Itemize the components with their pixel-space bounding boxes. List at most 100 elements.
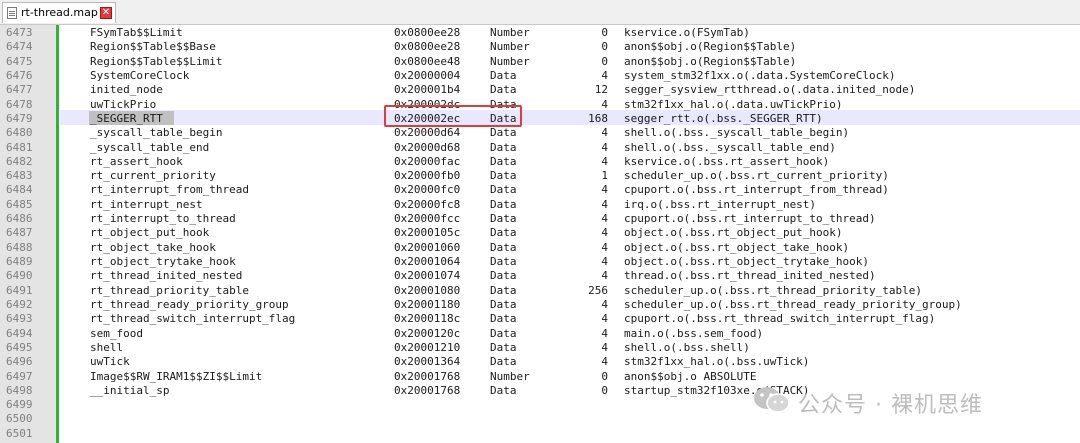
symbol-name: sem_food xyxy=(90,327,143,340)
symbol-size: 4 xyxy=(601,327,608,340)
table-row[interactable]: 6478 uwTickPrio 0x200002dc Data 4 stm32f1xx_h… xyxy=(0,98,1080,112)
line-number: 6484 xyxy=(6,183,33,196)
line-number: 6482 xyxy=(6,155,33,168)
object-section: cpuport.o(.bss.rt_thread_switch_interrup… xyxy=(624,312,936,325)
symbol-size: 0 xyxy=(601,26,608,39)
close-tab-icon[interactable]: ✕ xyxy=(100,7,112,19)
symbol-type: Number xyxy=(490,370,530,383)
line-number: 6495 xyxy=(6,341,33,354)
table-row[interactable]: 6481 _syscall_table_end 0x20000d68 Data 4 she… xyxy=(0,141,1080,155)
symbol-name: SystemCoreClock xyxy=(90,69,190,82)
line-number: 6501 xyxy=(6,427,33,440)
symbol-type: Data xyxy=(490,312,517,325)
table-row[interactable]: 6490 rt_thread_inited_nested 0x20001074 Dat… xyxy=(0,269,1080,283)
symbol-name: __initial_sp xyxy=(90,384,170,397)
symbol-size: 168 xyxy=(588,112,608,125)
line-number: 6481 xyxy=(6,141,33,154)
symbol-size: 4 xyxy=(601,98,608,111)
symbol-address: 0x20001210 xyxy=(394,341,461,354)
table-row[interactable]: 6491 rt_thread_priority_table 0x20001080 Da… xyxy=(0,284,1080,298)
symbol-type: Data xyxy=(490,355,517,368)
symbol-address: 0x20001074 xyxy=(394,269,461,282)
symbol-name: rt_thread_inited_nested xyxy=(90,269,243,282)
table-row[interactable]: 6486 rt_interrupt_to_thread 0x20000fcc Data… xyxy=(0,212,1080,226)
tab-bar: rt-thread.map ✕ xyxy=(0,0,1080,25)
symbol-size: 4 xyxy=(601,183,608,196)
table-row[interactable]: 6496 uwTick 0x20001364 Data 4 stm32f1xx_hal.o… xyxy=(0,355,1080,369)
tab-rt-thread-map[interactable]: rt-thread.map ✕ xyxy=(2,2,116,23)
symbol-name: _syscall_table_begin xyxy=(90,126,223,139)
symbol-type: Data xyxy=(490,212,517,225)
annotation-red-box xyxy=(384,105,522,127)
symbol-name: rt_thread_priority_table xyxy=(90,284,249,297)
table-row[interactable]: 6494 sem_food 0x2000120c Data 4 main.o(.bss.s… xyxy=(0,327,1080,341)
symbol-address: 0x20000fc0 xyxy=(394,183,461,196)
symbol-type: Data xyxy=(490,255,517,268)
table-row[interactable]: 6484 rt_interrupt_from_thread 0x20000fc0 Da… xyxy=(0,183,1080,197)
symbol-address: 0x0800ee28 xyxy=(394,40,461,53)
symbol-name: Image$$RW_IRAM1$$ZI$$Limit xyxy=(90,370,263,383)
table-row[interactable]: 6475 Region$$Table$$Limit 0x0800ee48 Number… xyxy=(0,55,1080,69)
symbol-address: 0x20000fcc xyxy=(394,212,461,225)
symbol-name: rt_current_priority xyxy=(90,169,216,182)
symbol-name: rt_thread_switch_interrupt_flag xyxy=(90,312,296,325)
line-number: 6490 xyxy=(6,269,33,282)
table-row[interactable]: 6474 Region$$Table$$Base 0x0800ee28 Number 0… xyxy=(0,40,1080,54)
table-row[interactable]: 6488 rt_object_take_hook 0x20001060 Data 4 ob… xyxy=(0,241,1080,255)
line-number: 6483 xyxy=(6,169,33,182)
table-row[interactable]: 6482 rt_assert_hook 0x20000fac Data 4 kservic… xyxy=(0,155,1080,169)
table-row[interactable]: 6492 rt_thread_ready_priority_group 0x2000… xyxy=(0,298,1080,312)
table-row[interactable]: 6501 xyxy=(0,427,1080,441)
table-row[interactable]: 6497 Image$$RW_IRAM1$$ZI$$Limit 0x20001768… xyxy=(0,370,1080,384)
symbol-name: rt_interrupt_to_thread xyxy=(90,212,236,225)
object-section: thread.o(.bss.rt_thread_inited_nested) xyxy=(624,269,876,282)
line-number: 6492 xyxy=(6,298,33,311)
object-section: scheduler_up.o(.bss.rt_current_priority) xyxy=(624,169,889,182)
object-section: shell.o(.bss._syscall_table_end) xyxy=(624,141,836,154)
symbol-address: 0x2000105c xyxy=(394,226,461,239)
line-number: 6473 xyxy=(6,26,33,39)
line-number: 6491 xyxy=(6,284,33,297)
symbol-address: 0x20000004 xyxy=(394,69,461,82)
symbol-size: 4 xyxy=(601,255,608,268)
symbol-address: 0x200001b4 xyxy=(394,83,461,96)
symbol-address: 0x20001080 xyxy=(394,284,461,297)
line-number: 6479 xyxy=(6,112,33,125)
symbol-type: Data xyxy=(490,241,517,254)
symbol-type: Data xyxy=(490,141,517,154)
object-section: kservice.o(.bss.rt_assert_hook) xyxy=(624,155,830,168)
symbol-name: rt_thread_ready_priority_group xyxy=(90,298,289,311)
table-row[interactable]: 6476 SystemCoreClock 0x20000004 Data 4 system… xyxy=(0,69,1080,83)
symbol-size: 256 xyxy=(588,284,608,297)
table-row[interactable]: 6480 _syscall_table_begin 0x20000d64 Data 4 s… xyxy=(0,126,1080,140)
table-row[interactable]: 6485 rt_interrupt_nest 0x20000fc8 Data 4 irq.… xyxy=(0,198,1080,212)
table-row[interactable]: 6487 rt_object_put_hook 0x2000105c Data 4 obj… xyxy=(0,226,1080,240)
symbol-type: Number xyxy=(490,40,530,53)
symbol-type: Number xyxy=(490,55,530,68)
line-number: 6474 xyxy=(6,40,33,53)
line-number: 6500 xyxy=(6,412,33,425)
symbol-name: FSymTab$$Limit xyxy=(90,26,183,39)
table-row[interactable]: 6473 FSymTab$$Limit 0x0800ee28 Number 0 kserv… xyxy=(0,26,1080,40)
line-number: 6497 xyxy=(6,370,33,383)
symbol-name: inited_node xyxy=(90,83,163,96)
table-row[interactable]: 6489 rt_object_trytake_hook 0x20001064 Data… xyxy=(0,255,1080,269)
line-number: 6487 xyxy=(6,226,33,239)
symbol-address: 0x20001768 xyxy=(394,370,461,383)
symbol-type: Data xyxy=(490,155,517,168)
line-number: 6478 xyxy=(6,98,33,111)
line-number: 6494 xyxy=(6,327,33,340)
symbol-type: Data xyxy=(490,341,517,354)
symbol-name: rt_interrupt_nest xyxy=(90,198,203,211)
table-row[interactable]: 6483 rt_current_priority 0x20000fb0 Data 1 sc… xyxy=(0,169,1080,183)
object-section: object.o(.bss.rt_object_put_hook) xyxy=(624,226,843,239)
symbol-type: Data xyxy=(490,327,517,340)
symbol-size: 4 xyxy=(601,341,608,354)
symbol-size: 0 xyxy=(601,55,608,68)
table-row[interactable]: 6479 _SEGGER_RTT 0x200002ec Data 168 segger_r… xyxy=(0,112,1080,126)
object-section: cpuport.o(.bss.rt_interrupt_from_thread) xyxy=(624,183,889,196)
table-row[interactable]: 6495 shell 0x20001210 Data 4 shell.o(.bss.she… xyxy=(0,341,1080,355)
table-row[interactable]: 6477 inited_node 0x200001b4 Data 12 segger_sy… xyxy=(0,83,1080,97)
symbol-type: Number xyxy=(490,26,530,39)
table-row[interactable]: 6493 rt_thread_switch_interrupt_flag 0x200… xyxy=(0,312,1080,326)
